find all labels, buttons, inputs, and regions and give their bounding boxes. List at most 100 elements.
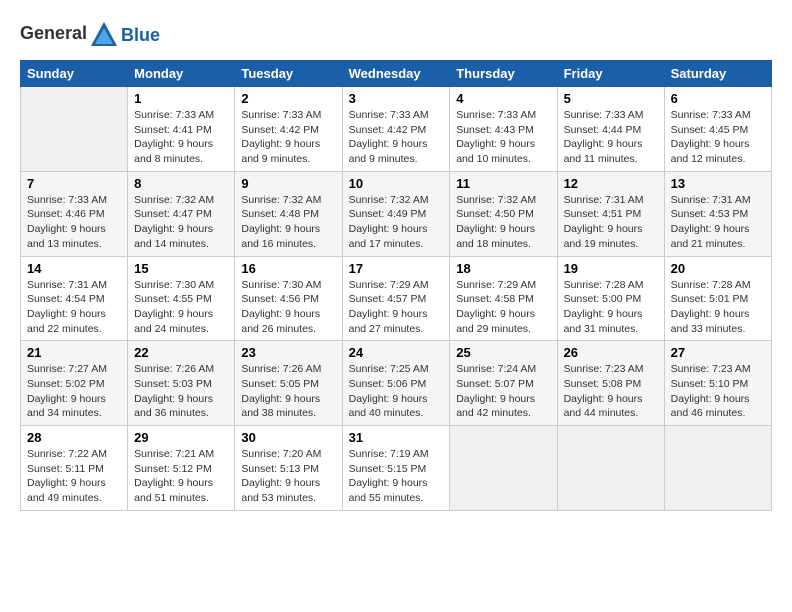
calendar-cell: 28Sunrise: 7:22 AM Sunset: 5:11 PM Dayli… xyxy=(21,426,128,511)
day-number: 19 xyxy=(564,261,658,276)
calendar-cell: 26 Sunrise: 7:23 AM Sunset: 5:08 PM Dayli… xyxy=(557,341,664,426)
day-number: 11 xyxy=(456,176,550,191)
day-number: 10 xyxy=(349,176,444,191)
day-number: 6 xyxy=(671,91,765,106)
day-info: Sunrise: 7:23 AM Sunset: 5:08 PM Dayligh… xyxy=(564,362,658,421)
day-info: Sunrise: 7:23 AM Sunset: 5:10 PM Dayligh… xyxy=(671,362,765,421)
day-info: Sunrise: 7:20 AM Sunset: 5:13 PM Dayligh… xyxy=(241,447,335,506)
day-info: Sunrise: 7:33 AM Sunset: 4:44 PM Dayligh… xyxy=(564,108,658,167)
day-info: Sunrise: 7:28 AM Sunset: 5:01 PM Dayligh… xyxy=(671,278,765,337)
calendar-table: SundayMondayTuesdayWednesdayThursdayFrid… xyxy=(20,60,772,511)
day-info: Sunrise: 7:33 AM Sunset: 4:41 PM Dayligh… xyxy=(134,108,228,167)
day-info: Sunrise: 7:26 AM Sunset: 5:05 PM Dayligh… xyxy=(241,362,335,421)
day-number: 18 xyxy=(456,261,550,276)
day-info: Sunrise: 7:29 AM Sunset: 4:58 PM Dayligh… xyxy=(456,278,550,337)
logo: General Blue xyxy=(20,20,160,50)
calendar-cell: 19 Sunrise: 7:28 AM Sunset: 5:00 PM Dayli… xyxy=(557,256,664,341)
calendar-cell: 30 Sunrise: 7:20 AM Sunset: 5:13 PM Dayli… xyxy=(235,426,342,511)
header-day-sunday: Sunday xyxy=(21,61,128,87)
day-number: 17 xyxy=(349,261,444,276)
day-number: 15 xyxy=(134,261,228,276)
calendar-cell: 16 Sunrise: 7:30 AM Sunset: 4:56 PM Dayli… xyxy=(235,256,342,341)
day-info: Sunrise: 7:33 AM Sunset: 4:43 PM Dayligh… xyxy=(456,108,550,167)
calendar-cell xyxy=(557,426,664,511)
day-number: 26 xyxy=(564,345,658,360)
day-number: 8 xyxy=(134,176,228,191)
day-number: 5 xyxy=(564,91,658,106)
day-number: 22 xyxy=(134,345,228,360)
week-row-1: 7 Sunrise: 7:33 AM Sunset: 4:46 PM Daylig… xyxy=(21,171,772,256)
header-day-wednesday: Wednesday xyxy=(342,61,450,87)
day-number: 31 xyxy=(349,430,444,445)
calendar-cell: 22Sunrise: 7:26 AM Sunset: 5:03 PM Dayli… xyxy=(128,341,235,426)
day-info: Sunrise: 7:21 AM Sunset: 5:12 PM Dayligh… xyxy=(134,447,228,506)
page-header: General Blue xyxy=(20,20,772,50)
calendar-cell: 5 Sunrise: 7:33 AM Sunset: 4:44 PM Daylig… xyxy=(557,87,664,172)
calendar-cell: 27 Sunrise: 7:23 AM Sunset: 5:10 PM Dayli… xyxy=(664,341,771,426)
day-number: 29 xyxy=(134,430,228,445)
calendar-cell: 13Sunrise: 7:31 AM Sunset: 4:53 PM Dayli… xyxy=(664,171,771,256)
calendar-cell: 9Sunrise: 7:32 AM Sunset: 4:48 PM Daylig… xyxy=(235,171,342,256)
calendar-cell: 21Sunrise: 7:27 AM Sunset: 5:02 PM Dayli… xyxy=(21,341,128,426)
logo-icon xyxy=(89,20,119,50)
day-number: 7 xyxy=(27,176,121,191)
day-info: Sunrise: 7:24 AM Sunset: 5:07 PM Dayligh… xyxy=(456,362,550,421)
day-number: 28 xyxy=(27,430,121,445)
calendar-cell: 20 Sunrise: 7:28 AM Sunset: 5:01 PM Dayli… xyxy=(664,256,771,341)
header-row: SundayMondayTuesdayWednesdayThursdayFrid… xyxy=(21,61,772,87)
calendar-header: SundayMondayTuesdayWednesdayThursdayFrid… xyxy=(21,61,772,87)
day-info: Sunrise: 7:19 AM Sunset: 5:15 PM Dayligh… xyxy=(349,447,444,506)
day-info: Sunrise: 7:30 AM Sunset: 4:56 PM Dayligh… xyxy=(241,278,335,337)
day-info: Sunrise: 7:30 AM Sunset: 4:55 PM Dayligh… xyxy=(134,278,228,337)
day-info: Sunrise: 7:31 AM Sunset: 4:54 PM Dayligh… xyxy=(27,278,121,337)
logo-general: General xyxy=(20,23,87,43)
header-day-saturday: Saturday xyxy=(664,61,771,87)
calendar-cell: 14Sunrise: 7:31 AM Sunset: 4:54 PM Dayli… xyxy=(21,256,128,341)
calendar-body: 1 Sunrise: 7:33 AM Sunset: 4:41 PM Daylig… xyxy=(21,87,772,511)
day-info: Sunrise: 7:33 AM Sunset: 4:45 PM Dayligh… xyxy=(671,108,765,167)
day-number: 13 xyxy=(671,176,765,191)
week-row-2: 14Sunrise: 7:31 AM Sunset: 4:54 PM Dayli… xyxy=(21,256,772,341)
day-number: 3 xyxy=(349,91,444,106)
day-number: 1 xyxy=(134,91,228,106)
day-number: 4 xyxy=(456,91,550,106)
calendar-cell xyxy=(21,87,128,172)
day-info: Sunrise: 7:28 AM Sunset: 5:00 PM Dayligh… xyxy=(564,278,658,337)
calendar-cell xyxy=(664,426,771,511)
week-row-4: 28Sunrise: 7:22 AM Sunset: 5:11 PM Dayli… xyxy=(21,426,772,511)
calendar-cell: 18 Sunrise: 7:29 AM Sunset: 4:58 PM Dayli… xyxy=(450,256,557,341)
calendar-cell: 2Sunrise: 7:33 AM Sunset: 4:42 PM Daylig… xyxy=(235,87,342,172)
calendar-cell: 11Sunrise: 7:32 AM Sunset: 4:50 PM Dayli… xyxy=(450,171,557,256)
header-day-friday: Friday xyxy=(557,61,664,87)
day-info: Sunrise: 7:32 AM Sunset: 4:49 PM Dayligh… xyxy=(349,193,444,252)
day-number: 30 xyxy=(241,430,335,445)
day-number: 25 xyxy=(456,345,550,360)
week-row-0: 1 Sunrise: 7:33 AM Sunset: 4:41 PM Daylig… xyxy=(21,87,772,172)
calendar-cell: 12Sunrise: 7:31 AM Sunset: 4:51 PM Dayli… xyxy=(557,171,664,256)
calendar-cell: 24 Sunrise: 7:25 AM Sunset: 5:06 PM Dayli… xyxy=(342,341,450,426)
week-row-3: 21Sunrise: 7:27 AM Sunset: 5:02 PM Dayli… xyxy=(21,341,772,426)
day-info: Sunrise: 7:33 AM Sunset: 4:42 PM Dayligh… xyxy=(349,108,444,167)
logo-blue: Blue xyxy=(121,25,160,46)
day-info: Sunrise: 7:25 AM Sunset: 5:06 PM Dayligh… xyxy=(349,362,444,421)
day-number: 16 xyxy=(241,261,335,276)
calendar-cell: 25 Sunrise: 7:24 AM Sunset: 5:07 PM Dayli… xyxy=(450,341,557,426)
day-info: Sunrise: 7:29 AM Sunset: 4:57 PM Dayligh… xyxy=(349,278,444,337)
day-number: 23 xyxy=(241,345,335,360)
day-number: 27 xyxy=(671,345,765,360)
calendar-cell: 17 Sunrise: 7:29 AM Sunset: 4:57 PM Dayli… xyxy=(342,256,450,341)
day-number: 20 xyxy=(671,261,765,276)
day-number: 12 xyxy=(564,176,658,191)
calendar-cell xyxy=(450,426,557,511)
calendar-cell: 7 Sunrise: 7:33 AM Sunset: 4:46 PM Daylig… xyxy=(21,171,128,256)
calendar-cell: 29 Sunrise: 7:21 AM Sunset: 5:12 PM Dayli… xyxy=(128,426,235,511)
calendar-cell: 10 Sunrise: 7:32 AM Sunset: 4:49 PM Dayli… xyxy=(342,171,450,256)
day-info: Sunrise: 7:33 AM Sunset: 4:42 PM Dayligh… xyxy=(241,108,335,167)
day-info: Sunrise: 7:33 AM Sunset: 4:46 PM Dayligh… xyxy=(27,193,121,252)
header-day-monday: Monday xyxy=(128,61,235,87)
calendar-cell: 15 Sunrise: 7:30 AM Sunset: 4:55 PM Dayli… xyxy=(128,256,235,341)
header-day-thursday: Thursday xyxy=(450,61,557,87)
day-info: Sunrise: 7:32 AM Sunset: 4:48 PM Dayligh… xyxy=(241,193,335,252)
day-info: Sunrise: 7:27 AM Sunset: 5:02 PM Dayligh… xyxy=(27,362,121,421)
day-number: 24 xyxy=(349,345,444,360)
